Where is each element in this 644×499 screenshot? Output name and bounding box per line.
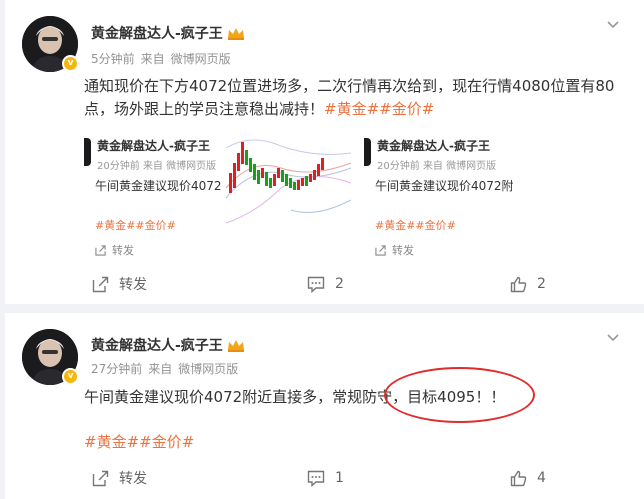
more-chevron-icon[interactable] [606, 18, 620, 32]
more-chevron-icon[interactable] [606, 331, 620, 345]
post-text: 午间黄金建议现价4072附近直接多，常规防守，目标4095！！ [84, 388, 506, 406]
comment-count: 1 [335, 470, 344, 486]
forward-icon [92, 470, 109, 486]
comment-count: 2 [335, 276, 344, 292]
forward-button[interactable]: 转发 [92, 274, 147, 294]
repost-text: 午间黄金建议现价4072附 [95, 179, 234, 193]
post-meta: 5分钟前 来自 微博网页版 [91, 50, 237, 67]
repost-author: 黄金解盘达人-疯子王 [97, 139, 210, 153]
candlestick-chart-image [221, 128, 356, 261]
comment-button[interactable]: 2 [307, 274, 344, 294]
source-prefix: 来自 [140, 52, 165, 66]
hashtags[interactable]: #黄金##金价# [324, 100, 434, 118]
like-icon [510, 470, 527, 486]
forward-label: 转发 [119, 471, 147, 487]
like-icon [510, 276, 527, 292]
like-count: 2 [537, 276, 546, 292]
like-button[interactable]: 4 [510, 468, 546, 488]
post-time[interactable]: 27分钟前 [91, 362, 142, 376]
repost-thumbnail-2[interactable]: 黄金解盘达人-疯子王 20分钟前 来自 微博网页版 午间黄金建议现价4072附 … [364, 128, 544, 261]
repost-tags: #黄金##金价# [95, 219, 176, 232]
verified-badge-icon: v [62, 368, 79, 385]
repost-forward: 转发 [95, 242, 134, 258]
comment-button[interactable]: 1 [307, 468, 344, 488]
repost-meta: 20分钟前 来自 微博网页版 [377, 161, 497, 172]
author-name[interactable]: 黄金解盘达人-疯子王 [91, 23, 245, 43]
forward-icon [375, 245, 386, 256]
repost-forward: 转发 [375, 242, 414, 258]
post-meta: 27分钟前 来自 微博网页版 [91, 360, 244, 377]
image-strip-right[interactable]: 黄金解盘达人-疯子王 20分钟前 来自 微博网页版 午间黄金建议现价4072附 … [364, 128, 637, 261]
forward-label: 转发 [119, 277, 147, 293]
repost-meta: 20分钟前 来自 微博网页版 [97, 161, 217, 172]
source-prefix: 来自 [148, 362, 173, 376]
repost-forward-label: 转发 [392, 244, 414, 257]
post-card-2: v 黄金解盘达人-疯子王 27分钟前 来自 微博网页版 午间黄金建议现价4072附近… [5, 313, 644, 499]
forward-button[interactable]: 转发 [92, 468, 147, 488]
verified-badge-icon: v [62, 55, 79, 72]
comment-icon [307, 470, 325, 487]
repost-author: 黄金解盘达人-疯子王 [377, 139, 490, 153]
repost-text: 午间黄金建议现价4072附 [375, 179, 514, 193]
comment-icon [307, 276, 325, 293]
image-strip[interactable]: 黄金解盘达人-疯子王 20分钟前 来自 微博网页版 午间黄金建议现价4072附 … [84, 128, 357, 261]
post-time[interactable]: 5分钟前 [91, 52, 135, 66]
forward-icon [92, 276, 109, 292]
like-count: 4 [537, 470, 546, 486]
crown-icon [227, 340, 244, 352]
post-text: 通知现价在下方4072位置进场多，二次行情再次给到，现在行情4080位置有80点… [84, 75, 629, 121]
avatar [364, 138, 371, 166]
action-bar: 转发 2 2 [5, 274, 644, 294]
action-bar: 转发 1 4 [5, 468, 644, 488]
post-source: 微博网页版 [170, 52, 231, 66]
forward-icon [95, 245, 106, 256]
avatar [84, 138, 91, 166]
post-card-1: v 黄金解盘达人-疯子王 5分钟前 来自 微博网页版 通知现价在下方4072位置进场… [5, 0, 644, 304]
author-name-text[interactable]: 黄金解盘达人-疯子王 [91, 338, 223, 354]
crown-icon [227, 28, 244, 40]
post-source: 微博网页版 [178, 362, 239, 376]
author-name-text[interactable]: 黄金解盘达人-疯子王 [91, 26, 223, 42]
hashtags[interactable]: #黄金##金价# [84, 431, 194, 452]
author-name[interactable]: 黄金解盘达人-疯子王 [91, 335, 245, 355]
repost-tags: #黄金##金价# [375, 219, 456, 232]
like-button[interactable]: 2 [510, 274, 546, 294]
repost-forward-label: 转发 [112, 244, 134, 257]
